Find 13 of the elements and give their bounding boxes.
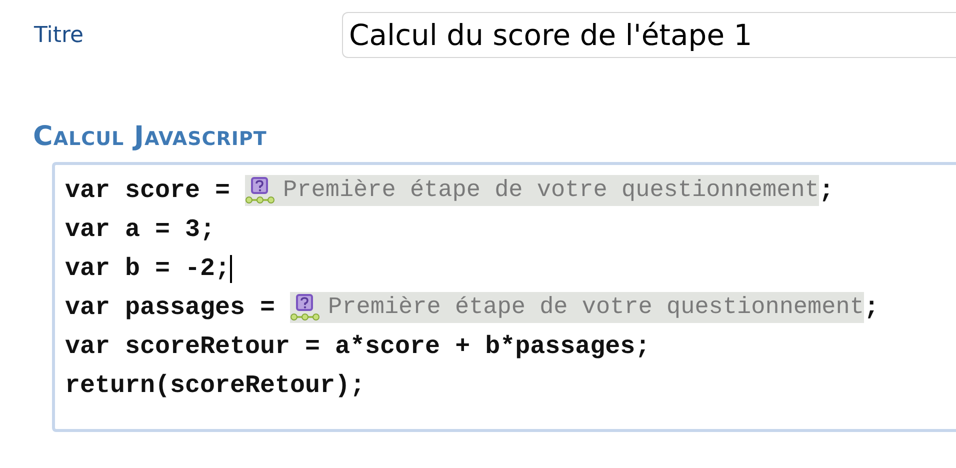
code-text: var score =: [65, 176, 232, 205]
field-label: Titre: [34, 22, 85, 48]
code-text: var passages =: [65, 293, 276, 322]
title-field[interactable]: Calcul du score de l'étape 1: [342, 12, 956, 58]
section-heading: Calcul Javascript: [33, 122, 268, 152]
code-text: var scoreRetour = a*score + b*passages;: [65, 332, 650, 361]
question-step-icon: [245, 176, 276, 204]
question-step-icon: [290, 294, 320, 322]
code-text: ;: [864, 293, 879, 322]
code-text: return(scoreRetour);: [65, 371, 366, 400]
code-text: var a = 3;: [65, 215, 216, 244]
code-text: ;: [818, 176, 834, 205]
code-text: var b = -2;: [65, 254, 230, 283]
